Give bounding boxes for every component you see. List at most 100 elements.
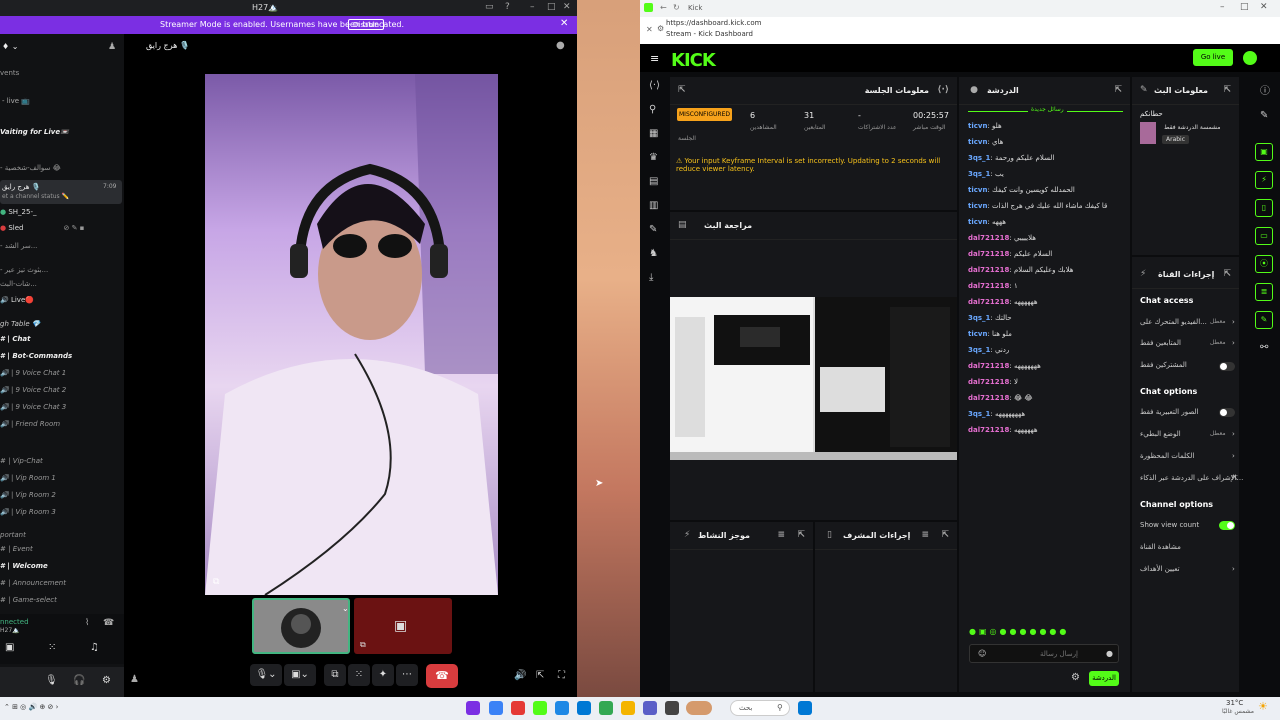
chat-message[interactable]: 3qs_1: حالتك — [968, 314, 1128, 326]
screen-share-icon[interactable]: ⧉ — [213, 577, 219, 587]
activity-popout-icon[interactable]: ⇱ — [797, 530, 805, 540]
chat-message[interactable]: ticvn: هلو — [968, 122, 1128, 134]
voice-user-2[interactable]: ● Sled ⊘ ✎ ▪ — [0, 224, 124, 238]
headphones-icon[interactable]: 🎧 — [73, 675, 85, 686]
chat-username[interactable]: dal721218 — [968, 282, 1009, 290]
settings-gear-icon[interactable]: ⚙ — [102, 675, 111, 686]
channel-option[interactable]: تعيين الأهداف › — [1140, 565, 1240, 577]
disconnect-icon[interactable]: ☎ — [103, 618, 114, 628]
weather-temp[interactable]: 31°C — [1226, 699, 1243, 707]
explorer-taskbar-icon[interactable] — [621, 701, 635, 715]
clip-tool-icon[interactable]: ▯ — [1255, 199, 1273, 217]
chat-send-button[interactable]: الدردشة — [1089, 671, 1119, 686]
server-dropdown-icon[interactable]: ♦ ⌄ — [2, 42, 18, 51]
channel-actions-popout-icon[interactable]: ⇱ — [1223, 269, 1231, 279]
camera-icon[interactable]: ▣ — [5, 642, 14, 653]
teams-taskbar-icon[interactable] — [643, 701, 657, 715]
minimize-icon[interactable]: – — [530, 2, 535, 12]
site-settings-icon[interactable]: ⚙ — [657, 24, 664, 33]
chat-message[interactable]: dal721218: 😂 😂 — [968, 394, 1128, 406]
channel-voice-2[interactable]: 🔊 | 9 Voice Chat 2 — [0, 386, 124, 400]
session-popout-icon[interactable]: ⇱ — [678, 85, 686, 95]
info-icon[interactable]: ⓘ — [1260, 82, 1270, 97]
chat-message[interactable]: 3qs_1: السلام عليكم ورحمة — [968, 154, 1128, 166]
chat-message[interactable]: 3qs_1: يب — [968, 170, 1128, 182]
show-view-count-toggle[interactable] — [1219, 521, 1235, 530]
chat-message[interactable]: dal721218: هههههههه — [968, 362, 1128, 374]
soundboard-icon[interactable]: ♫ — [90, 642, 99, 653]
disable-streamer-mode-button[interactable]: Disable — [348, 19, 384, 30]
video-icon[interactable]: ▤ — [649, 176, 658, 187]
trophy-icon[interactable]: ♛ — [649, 152, 658, 163]
channel-announcement[interactable]: # | Announcement — [0, 579, 124, 593]
stream-icon[interactable]: ⟨·⟩ — [649, 80, 660, 91]
chat-username[interactable]: ticvn — [968, 202, 987, 210]
channel-vip-chat[interactable]: # | Vip-Chat — [0, 457, 124, 471]
help-icon[interactable]: ? — [505, 2, 510, 12]
chat-username[interactable]: dal721218 — [968, 394, 1009, 402]
chat-username[interactable]: dal721218 — [968, 234, 1009, 242]
emoji-icon[interactable]: ☺ — [978, 649, 986, 658]
sidebar-item-2[interactable]: - سوالف-شخصية 😂 — [0, 164, 124, 178]
chat-message[interactable]: 3qs_1: ههههههههه — [968, 410, 1128, 422]
chat-username[interactable]: 3qs_1 — [968, 154, 990, 162]
chat-username[interactable]: dal721218 — [968, 298, 1009, 306]
subscribers-only-toggle[interactable] — [1219, 362, 1235, 371]
chat-message[interactable]: dal721218: هلاييييي — [968, 234, 1128, 246]
chat-message[interactable]: 3qs_1: ردني — [968, 346, 1128, 358]
link-tool-icon[interactable]: ⚯ — [1260, 342, 1268, 353]
add-member-icon[interactable]: ♟ — [108, 42, 116, 52]
chat-username[interactable]: ticvn — [968, 186, 987, 194]
discord-taskbar-icon[interactable] — [466, 701, 480, 715]
link-icon[interactable]: ⚲ — [649, 104, 656, 115]
channel-vip-room-1[interactable]: 🔊 | Vip Room 1 — [0, 474, 124, 488]
tab-title[interactable]: Kick — [688, 4, 702, 12]
channel-event[interactable]: # | Event — [0, 545, 124, 559]
chat-access-option[interactable]: الفيديو المتحرك على... معطل › — [1140, 318, 1240, 330]
voice-status[interactable]: et a channel status ✏️ — [2, 193, 69, 200]
chat-access-option[interactable]: المتابعين فقط معطل › — [1140, 339, 1240, 351]
stream-preview-video[interactable] — [670, 297, 957, 460]
channel-vip-room-3[interactable]: 🔊 | Vip Room 3 — [0, 508, 124, 522]
activity-icon[interactable]: ⁙ — [48, 642, 56, 653]
invite-icon[interactable]: ♟ — [130, 674, 139, 685]
chat-username[interactable]: dal721218 — [968, 250, 1009, 258]
sidebar-waiting-for-live[interactable]: Vaiting for Live📼 — [0, 128, 124, 142]
hamburger-menu-icon[interactable]: ≡ — [650, 52, 659, 65]
chat-username[interactable]: 3qs_1 — [968, 346, 990, 354]
chat-message[interactable]: ticvn: قا كيفك ماشاء الله عليك في هرج ال… — [968, 202, 1128, 214]
close-banner-icon[interactable]: ✕ — [560, 18, 568, 29]
close-window-icon[interactable]: ✕ — [1260, 2, 1268, 12]
channel-voice-1[interactable]: 🔊 | 9 Voice Chat 1 — [0, 369, 124, 383]
stream-info-popout-icon[interactable]: ⇱ — [1223, 85, 1231, 95]
close-tab-icon[interactable]: ✕ — [646, 25, 653, 34]
maximize-window-icon[interactable]: □ — [1240, 2, 1249, 12]
taskbar-app-icon[interactable] — [489, 701, 503, 715]
mute-button[interactable]: 🎙⌄ — [250, 664, 282, 686]
back-icon[interactable]: ← — [660, 3, 667, 12]
chat-message[interactable]: dal721218: لا — [968, 378, 1128, 390]
fullscreen-icon[interactable]: ⛶ — [558, 670, 565, 681]
stream-info-edit-icon[interactable]: ✎ — [1140, 85, 1148, 95]
channel-option[interactable]: مشاهدة القناة — [1140, 543, 1240, 555]
sidebar-live[interactable]: 🔊 Live🔴 — [0, 296, 124, 310]
download-icon[interactable]: ⤓ — [649, 272, 653, 283]
chat-message[interactable]: ticvn: الحمدلله كويسين وانت كيفك — [968, 186, 1128, 198]
youtube-taskbar-icon[interactable] — [511, 701, 525, 715]
edge-taskbar-icon[interactable] — [555, 701, 569, 715]
avatar[interactable] — [1243, 51, 1257, 65]
search-highlight-icon[interactable] — [686, 701, 712, 715]
noise-suppression-icon[interactable]: ⌇ — [85, 618, 89, 628]
sidebar-events[interactable]: vents — [0, 69, 124, 83]
chat-message[interactable]: ticvn: هههه — [968, 218, 1128, 230]
more-options-button[interactable]: ⋯ — [396, 664, 418, 686]
camera-toggle-button[interactable]: ▣⌄ — [284, 664, 316, 686]
chat-bubble-icon[interactable]: ● — [556, 40, 565, 51]
participant-video[interactable]: ⧉ — [205, 74, 498, 595]
self-video-tile[interactable]: ⌄ — [252, 598, 350, 654]
kick-logo[interactable]: KICK — [671, 50, 716, 71]
share-screen-button[interactable]: ⧉ — [324, 664, 346, 686]
activity-filter-icon[interactable]: ≡ — [777, 530, 785, 540]
go-live-button[interactable]: Go live — [1193, 49, 1233, 66]
chat-message[interactable]: dal721218: ههههههه — [968, 298, 1128, 310]
